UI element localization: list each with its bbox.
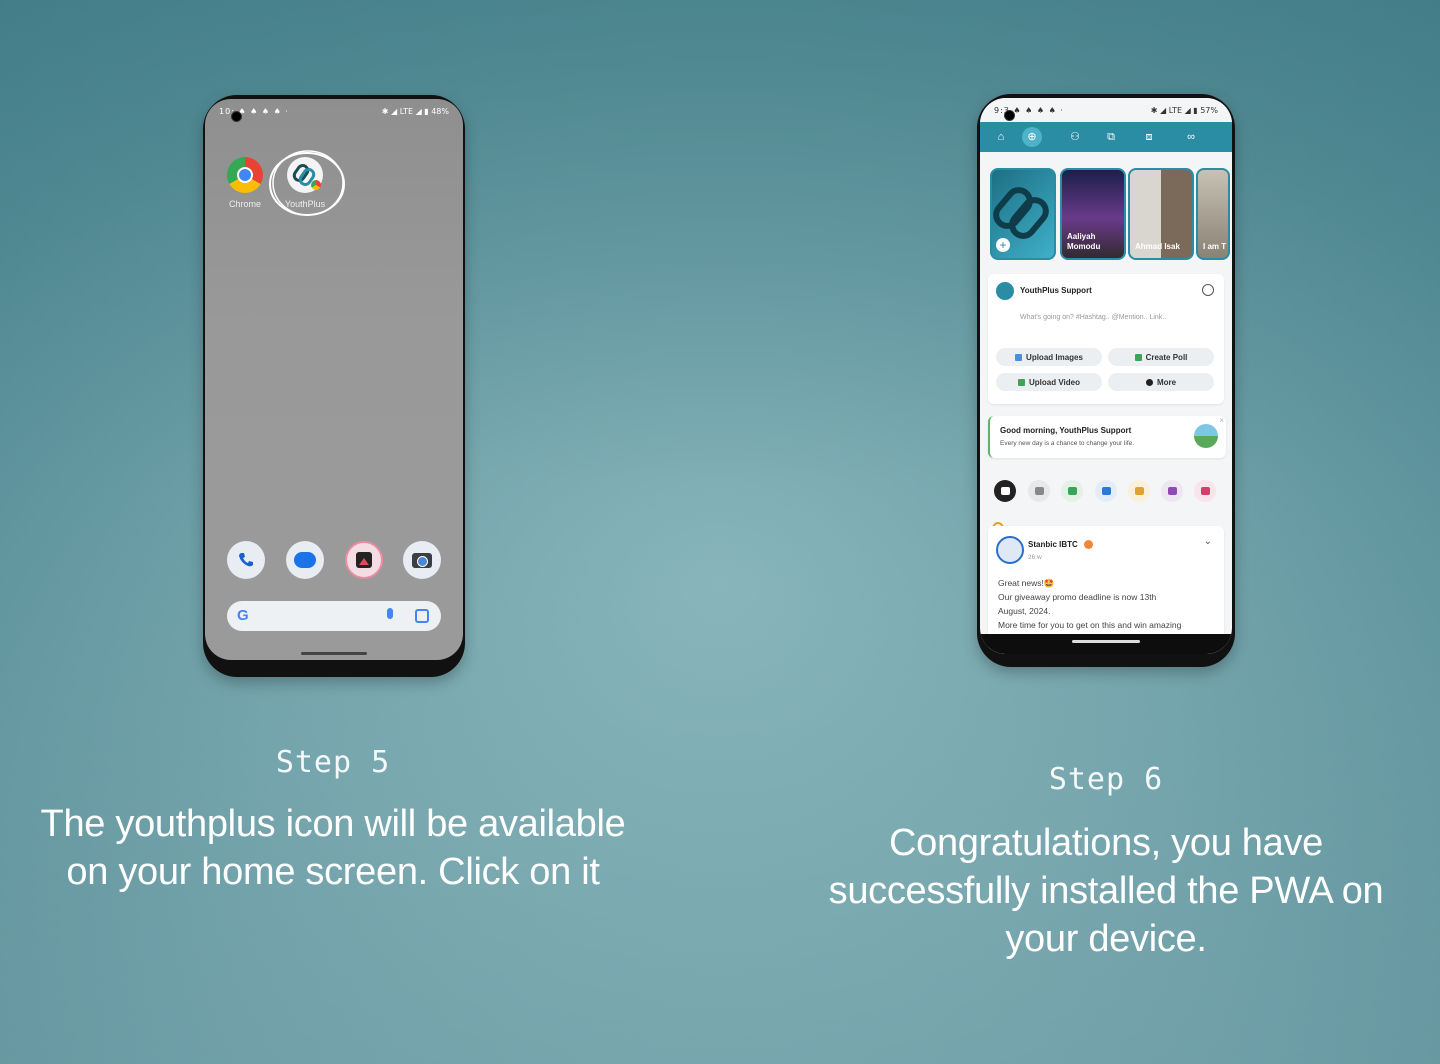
bottom-gesture-bar (980, 634, 1232, 654)
story-create[interactable]: + (990, 168, 1056, 260)
status-indicators: ✱ ◢ LTE ◢ ▮ 57% (1150, 106, 1218, 115)
home-icon[interactable]: ⌂ (994, 130, 1008, 144)
step5-caption: Step 5 The youthplus icon will be availa… (20, 745, 646, 896)
status-bar: 9:3 ♠ ♠ ♠ ♠ · ✱ ◢ LTE ◢ ▮ 57% (980, 98, 1232, 122)
front-camera (231, 111, 242, 122)
chevron-down-icon[interactable]: ⌄ (1204, 536, 1212, 547)
story-item[interactable]: I am T (1196, 168, 1230, 260)
status-indicators: ✱ ◢ LTE ◢ ▮ 48% (381, 107, 449, 116)
camera-icon[interactable] (403, 541, 441, 579)
post-time: 26 w (1028, 554, 1042, 561)
phone-mockup-home-screen: 10: ♠ ♠ ♠ ♠ · ✱ ◢ LTE ◢ ▮ 48% Chrome You… (203, 95, 465, 677)
front-camera (1004, 110, 1015, 121)
phone-icon[interactable] (227, 541, 265, 579)
composer-input[interactable]: What's going on? #Hashtag.. @Mention.. L… (1020, 314, 1166, 321)
post-avatar (996, 536, 1024, 564)
video-category-icon[interactable] (1095, 480, 1117, 502)
post-text: Great news!🤩 Our giveaway promo deadline… (998, 578, 1182, 630)
upload-video-button[interactable]: Upload Video (996, 373, 1102, 391)
google-logo: G (237, 607, 249, 624)
phone-mockup-pwa: 9:3 ♠ ♠ ♠ ♠ · ✱ ◢ LTE ◢ ▮ 57% ⌂ ⊕ ⚇ ⧉ ⧈ … (977, 94, 1235, 667)
status-bar: 10: ♠ ♠ ♠ ♠ · ✱ ◢ LTE ◢ ▮ 48% (205, 99, 463, 123)
highlight-circle (269, 150, 345, 216)
story-label: I am T (1203, 242, 1227, 251)
step6-text: Congratulations, you have successfully i… (828, 822, 1384, 960)
category-bar (994, 480, 1224, 502)
step5-text: The youthplus icon will be available on … (40, 803, 626, 893)
home-screen: 10: ♠ ♠ ♠ ♠ · ✱ ◢ LTE ◢ ▮ 48% Chrome You… (205, 99, 463, 660)
text-category-icon[interactable] (1028, 480, 1050, 502)
sunrise-icon (1194, 424, 1218, 448)
greeting-subtitle: Every new day is a chance to change your… (1000, 440, 1135, 447)
translate-icon[interactable]: ⧉ (1104, 130, 1118, 144)
story-item[interactable]: Aaliyah Momodu (1060, 168, 1126, 260)
google-search-bar[interactable]: G (227, 601, 441, 631)
story-item[interactable]: Ahmad Isak (1128, 168, 1194, 260)
verified-icon (1084, 540, 1093, 549)
more-button[interactable]: More (1108, 373, 1214, 391)
post-author[interactable]: Stanbic IBTC (1028, 540, 1078, 549)
greeting-title: Good morning, YouthPlus Support (1000, 426, 1132, 435)
messages-icon[interactable] (286, 541, 324, 579)
translate-alt-icon[interactable]: ⧈ (1142, 130, 1156, 144)
emoji-icon[interactable] (1202, 284, 1214, 296)
close-icon[interactable]: × (1219, 416, 1224, 425)
other-category-icon[interactable] (1194, 480, 1216, 502)
lens-icon[interactable] (415, 609, 429, 623)
home-indicator[interactable] (1072, 640, 1140, 643)
gallery-icon[interactable] (345, 541, 383, 579)
news-category-icon[interactable] (994, 480, 1016, 502)
file-category-icon[interactable] (1161, 480, 1183, 502)
top-nav-bar: ⌂ ⊕ ⚇ ⧉ ⧈ ∞ (980, 122, 1232, 152)
link-icon[interactable]: ∞ (1184, 130, 1198, 144)
music-category-icon[interactable] (1128, 480, 1150, 502)
add-story-icon[interactable]: + (996, 238, 1010, 252)
image-category-icon[interactable] (1061, 480, 1083, 502)
add-user-icon[interactable]: ⚇ (1068, 130, 1082, 144)
pwa-screen: 9:3 ♠ ♠ ♠ ♠ · ✱ ◢ LTE ◢ ▮ 57% ⌂ ⊕ ⚇ ⧉ ⧈ … (980, 98, 1232, 654)
chrome-icon[interactable] (227, 157, 263, 193)
step5-title: Step 5 (275, 745, 391, 780)
story-label: Ahmad Isak (1135, 242, 1180, 251)
composer-name: YouthPlus Support (1020, 286, 1092, 295)
avatar (996, 282, 1014, 300)
mic-icon[interactable] (387, 608, 393, 619)
add-circle-icon[interactable]: ⊕ (1022, 127, 1042, 147)
upload-images-button[interactable]: Upload Images (996, 348, 1102, 366)
story-label: Aaliyah Momodu (1067, 232, 1101, 251)
post-composer: YouthPlus Support What's going on? #Hash… (988, 274, 1224, 404)
create-poll-button[interactable]: Create Poll (1108, 348, 1214, 366)
status-time: 10: ♠ ♠ ♠ ♠ · (219, 107, 289, 116)
home-indicator[interactable] (301, 652, 367, 655)
step6-caption: Step 6 Congratulations, you have success… (800, 762, 1412, 963)
greeting-card: Good morning, YouthPlus Support Every ne… (988, 416, 1226, 458)
step6-title: Step 6 (1048, 762, 1164, 797)
